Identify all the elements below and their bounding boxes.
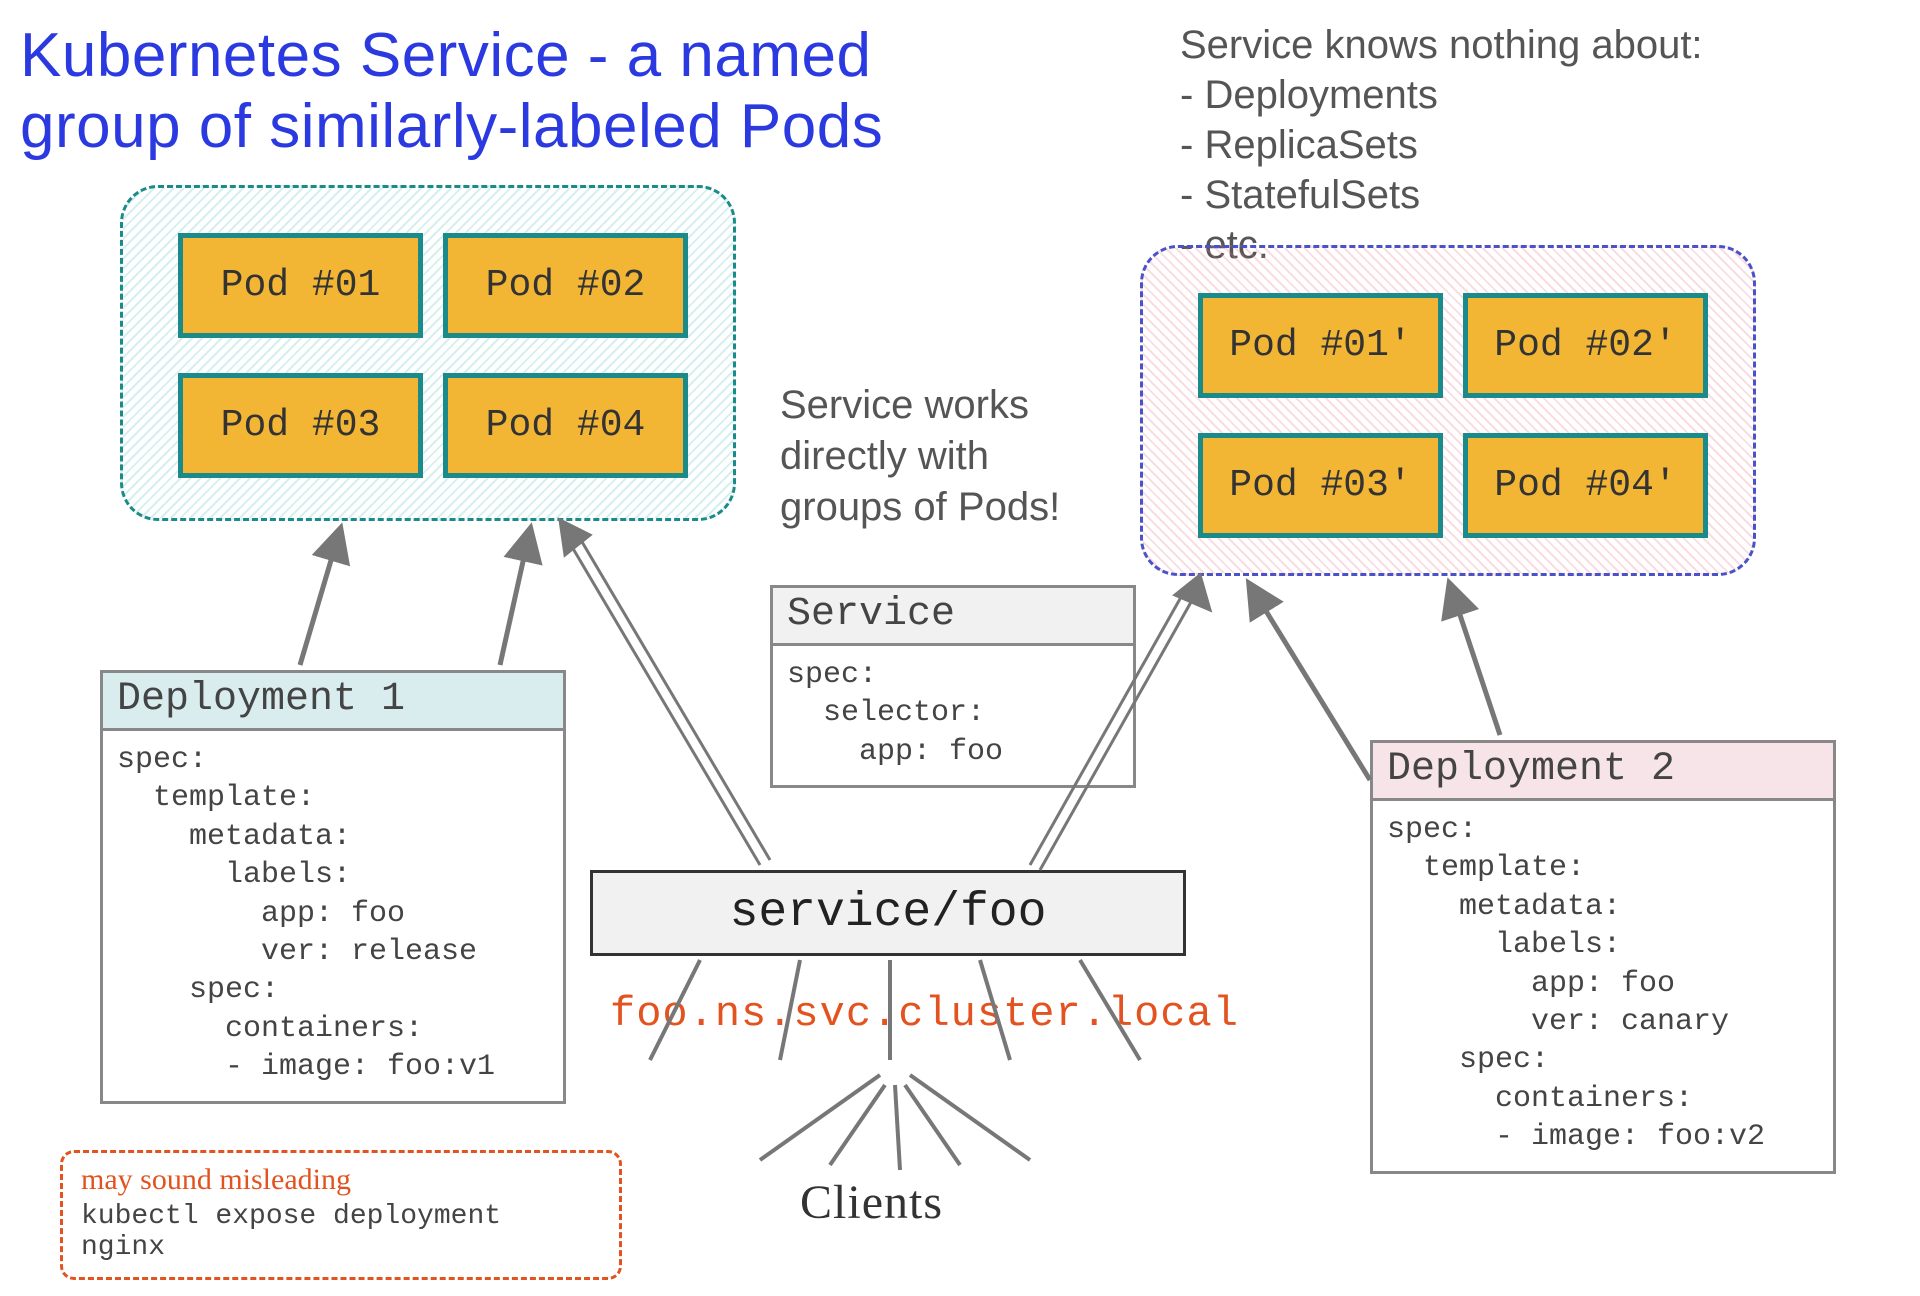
deployment-2-title: Deployment 2 (1373, 743, 1833, 801)
service-spec-title: Service (773, 588, 1133, 646)
diagram-title: Kubernetes Service - a named group of si… (20, 20, 883, 163)
middle-note: Service works directly with groups of Po… (780, 380, 1140, 534)
deployment-1-box: Deployment 1 spec: template: metadata: l… (100, 670, 566, 1104)
deployment-2-body: spec: template: metadata: labels: app: f… (1373, 801, 1833, 1171)
deployment-1-body: spec: template: metadata: labels: app: f… (103, 731, 563, 1101)
pod-box: Pod #03' (1198, 433, 1443, 538)
misleading-note: may sound misleading kubectl expose depl… (60, 1150, 622, 1280)
knows-nothing-note: Service knows nothing about: - Deploymen… (1180, 20, 1703, 270)
clients-label: Clients (800, 1175, 943, 1230)
service-spec-body: spec: selector: app: foo (773, 646, 1133, 785)
pod-box: Pod #03 (178, 373, 423, 478)
pod-box: Pod #04' (1463, 433, 1708, 538)
pod-box: Pod #04 (443, 373, 688, 478)
pod-group-2: Pod #01' Pod #02' Pod #03' Pod #04' (1140, 245, 1756, 576)
service-dns: foo.ns.svc.cluster.local (610, 990, 1239, 1038)
misleading-line-1: may sound misleading (81, 1163, 601, 1197)
pod-box: Pod #02' (1463, 293, 1708, 398)
service-name-box: service/foo (590, 870, 1186, 956)
knows-nothing-item: - StatefulSets (1180, 170, 1703, 220)
title-line-1: Kubernetes Service - a named (20, 21, 871, 90)
deployment-1-title: Deployment 1 (103, 673, 563, 731)
deployment-2-box: Deployment 2 spec: template: metadata: l… (1370, 740, 1836, 1174)
pod-group-1: Pod #01 Pod #02 Pod #03 Pod #04 (120, 185, 736, 521)
service-spec-box: Service spec: selector: app: foo (770, 585, 1136, 788)
pod-box: Pod #01' (1198, 293, 1443, 398)
pod-box: Pod #02 (443, 233, 688, 338)
misleading-line-2: kubectl expose deployment nginx (81, 1201, 601, 1263)
knows-nothing-item: - Deployments (1180, 70, 1703, 120)
title-line-2: group of similarly-labeled Pods (20, 92, 883, 161)
pod-box: Pod #01 (178, 233, 423, 338)
knows-nothing-heading: Service knows nothing about: (1180, 20, 1703, 70)
knows-nothing-item: - ReplicaSets (1180, 120, 1703, 170)
